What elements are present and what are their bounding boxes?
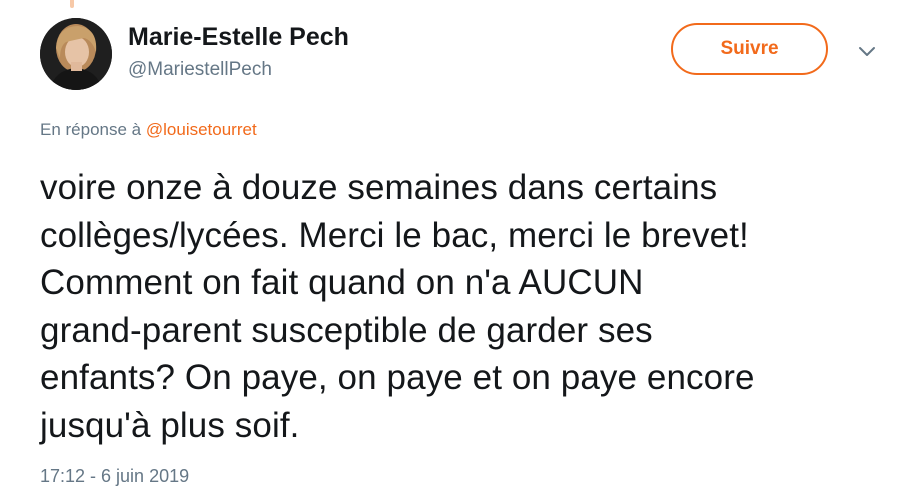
reply-mention-link[interactable]: @louisetourret xyxy=(146,120,257,139)
avatar[interactable] xyxy=(40,18,112,90)
follow-button[interactable]: Suivre xyxy=(671,23,828,75)
tweet-line: jusqu'à plus soif. xyxy=(40,405,300,445)
tweet-text: voire onze à douze semaines dans certain… xyxy=(40,164,900,450)
tweet-line: enfants? On paye, on paye et on paye enc… xyxy=(40,358,755,398)
chevron-down-icon[interactable] xyxy=(856,40,878,62)
avatar-image xyxy=(40,18,112,90)
tweet-line: grand-parent susceptible de garder ses xyxy=(40,310,653,350)
thread-connector xyxy=(70,0,74,8)
author-handle[interactable]: @MariestellPech xyxy=(128,59,272,81)
tweet-line: collèges/lycées. Merci le bac, merci le … xyxy=(40,215,749,255)
tweet-line: voire onze à douze semaines dans certain… xyxy=(40,168,718,207)
tweet-timestamp[interactable]: 17:12 - 6 juin 2019 xyxy=(40,466,189,487)
author-name[interactable]: Marie-Estelle Pech xyxy=(128,23,349,52)
tweet-line: Comment on fait quand on n'a AUCUN xyxy=(40,263,644,303)
reply-context: En réponse à @louisetourret xyxy=(40,120,257,140)
tweet-card: Marie-Estelle Pech @MariestellPech Suivr… xyxy=(0,0,911,500)
reply-prefix: En réponse à xyxy=(40,120,142,139)
